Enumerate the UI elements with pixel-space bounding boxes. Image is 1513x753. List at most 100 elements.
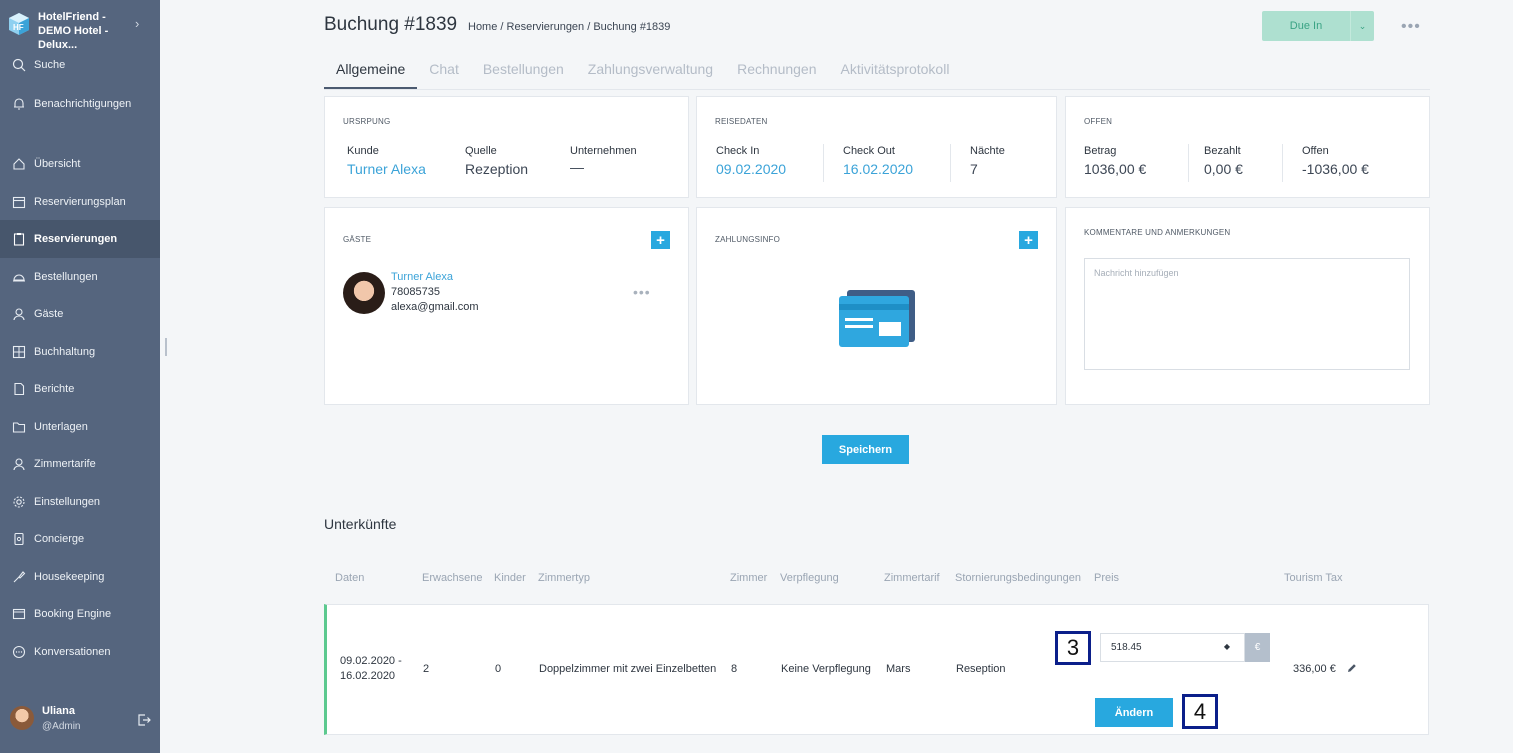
nights-value: 7: [970, 161, 978, 177]
spinner-icon[interactable]: ◆: [1224, 642, 1230, 651]
folder-icon: [12, 422, 26, 433]
row-room: 8: [731, 663, 738, 675]
sidebar-item-reports[interactable]: Berichte: [0, 370, 160, 408]
amount-value: 1036,00 €: [1084, 161, 1147, 177]
report-icon: [14, 382, 25, 396]
sidebar-item-settings[interactable]: Einstellungen: [0, 483, 160, 521]
sidebar-item-documents[interactable]: Unterlagen: [0, 408, 160, 446]
housekeeping-icon: [13, 571, 26, 583]
row-dates-start: 09.02.2020 -: [340, 655, 402, 667]
sidebar-item-notifications[interactable]: Benachrichtigungen: [0, 85, 160, 123]
guests-card: GÄSTE + Turner Alexa 78085735 alexa@gmai…: [324, 207, 689, 405]
open-balance-card: OFFEN Betrag 1036,00 € Bezahlt 0,00 € Of…: [1065, 96, 1430, 198]
checkout-date[interactable]: 16.02.2020: [843, 161, 913, 177]
logout-icon[interactable]: [136, 712, 152, 728]
row-board: Keine Verpflegung: [781, 663, 871, 675]
comments-card: KOMMENTARE UND ANMERKUNGEN Nachricht hin…: [1065, 207, 1430, 405]
column-header-cancellation: Stornierungsbedingungen: [955, 572, 1081, 584]
chat-icon: [12, 645, 26, 659]
tab-orders[interactable]: Bestellungen: [471, 56, 576, 90]
more-options-icon[interactable]: •••: [1401, 18, 1421, 36]
breadcrumb[interactable]: Home / Reservierungen / Buchung #1839: [468, 21, 670, 33]
sidebar-item-label: Buchhaltung: [34, 346, 96, 358]
add-payment-button[interactable]: +: [1019, 231, 1038, 249]
sidebar-item-label: Berichte: [34, 383, 75, 395]
sidebar-item-booking-engine[interactable]: Booking Engine: [0, 595, 160, 633]
home-icon: [13, 158, 25, 170]
pencil-icon[interactable]: [1346, 662, 1358, 674]
save-button[interactable]: Speichern: [822, 435, 909, 464]
comment-input[interactable]: Nachricht hinzufügen: [1084, 258, 1410, 370]
row-room-type: Doppelzimmer mit zwei Einzelbetten: [539, 663, 717, 675]
calculator-icon: [12, 345, 26, 359]
row-tourism-tax: 336,00 €: [1293, 663, 1336, 675]
row-dates-end: 16.02.2020: [340, 670, 396, 682]
svg-text:HF: HF: [13, 23, 24, 32]
tab-invoices[interactable]: Rechnungen: [725, 56, 828, 90]
payment-info-card: ZAHLUNGSINFO +: [696, 207, 1057, 405]
tab-payment-management[interactable]: Zahlungsverwaltung: [576, 56, 725, 90]
sidebar-item-accounting[interactable]: Buchhaltung: [0, 333, 160, 371]
nights-label: Nächte: [970, 145, 1005, 157]
tab-chat[interactable]: Chat: [417, 56, 471, 90]
sidebar-item-housekeeping[interactable]: Housekeeping: [0, 558, 160, 596]
status-dropdown[interactable]: Due In ⌄: [1262, 11, 1374, 41]
guest-phone: 78085735: [391, 286, 440, 298]
sidebar-item-label: Übersicht: [34, 158, 81, 170]
origin-card: URSRPUNG Kunde Turner Alexa Quelle Rezep…: [324, 96, 689, 198]
travel-dates-card: REISEDATEN Check In 09.02.2020 Check Out…: [696, 96, 1057, 198]
sidebar-item-reservation-plan[interactable]: Reservierungsplan: [0, 183, 160, 221]
column-header-dates: Daten: [335, 572, 365, 584]
sidebar-item-guests[interactable]: Gäste: [0, 295, 160, 333]
customer-link[interactable]: Turner Alexa: [347, 161, 426, 177]
hotel-switcher[interactable]: HF HotelFriend - DEMO Hotel - Delux... ›: [0, 0, 160, 51]
sidebar-item-label: Bestellungen: [34, 271, 98, 283]
paid-value: 0,00 €: [1204, 161, 1243, 177]
price-input[interactable]: 518.45 ◆: [1100, 633, 1245, 662]
card-title: GÄSTE: [343, 235, 372, 244]
customer-label: Kunde: [347, 145, 379, 157]
guest-avatar: [343, 272, 385, 314]
sidebar-item-conversations[interactable]: Konversationen: [0, 633, 160, 671]
checkin-date[interactable]: 09.02.2020: [716, 161, 786, 177]
sidebar-item-reservations[interactable]: Reservierungen: [0, 220, 160, 258]
calendar-icon: [12, 196, 26, 209]
chevron-down-icon: ⌄: [1350, 11, 1374, 41]
sidebar-item-label: Housekeeping: [34, 571, 105, 583]
annotation-marker: 3: [1055, 631, 1091, 665]
source-value: Rezeption: [465, 161, 529, 177]
tabs-divider: [324, 89, 1430, 90]
sidebar-item-label: Benachrichtigungen: [34, 98, 132, 110]
sidebar-item-room-rates[interactable]: Zimmertarife: [0, 445, 160, 483]
checkout-label: Check Out: [843, 145, 895, 157]
column-header-room: Zimmer: [730, 572, 768, 584]
booking-engine-icon: [12, 608, 26, 620]
sidebar-item-orders[interactable]: Bestellungen: [0, 258, 160, 296]
clipboard-icon: [13, 233, 25, 246]
guest-name-link[interactable]: Turner Alexa: [391, 271, 453, 283]
card-title: REISEDATEN: [715, 117, 768, 126]
column-header-adults: Erwachsene: [422, 572, 483, 584]
open-value: -1036,00 €: [1302, 161, 1369, 177]
guest-more-options-icon[interactable]: •••: [633, 284, 651, 300]
sidebar-item-search[interactable]: Suche: [0, 46, 160, 84]
sidebar-item-label: Zimmertarife: [34, 458, 96, 470]
user-profile[interactable]: Uliana @Admin: [0, 700, 160, 740]
tab-general[interactable]: Allgemeine: [324, 56, 418, 90]
sidebar-item-overview[interactable]: Übersicht: [0, 145, 160, 183]
checkin-label: Check In: [716, 145, 760, 157]
tab-activity-log[interactable]: Aktivitätsprotokoll: [829, 56, 962, 90]
card-title: KOMMENTARE UND ANMERKUNGEN: [1084, 228, 1231, 237]
column-header-board: Verpflegung: [780, 572, 839, 584]
sidebar: HF HotelFriend - DEMO Hotel - Delux... ›…: [0, 0, 160, 753]
column-header-price: Preis: [1094, 572, 1120, 584]
sidebar-item-label: Konversationen: [34, 646, 111, 658]
sidebar-item-label: Einstellungen: [34, 496, 101, 508]
sidebar-item-label: Unterlagen: [34, 421, 88, 433]
page-title: Buchung #1839: [324, 14, 458, 35]
add-guest-button[interactable]: +: [651, 231, 670, 249]
change-button[interactable]: Ändern: [1095, 698, 1173, 727]
sidebar-item-concierge[interactable]: Concierge: [0, 520, 160, 558]
sidebar-resize-handle[interactable]: [165, 338, 167, 356]
sidebar-item-label: Reservierungen: [34, 233, 118, 245]
